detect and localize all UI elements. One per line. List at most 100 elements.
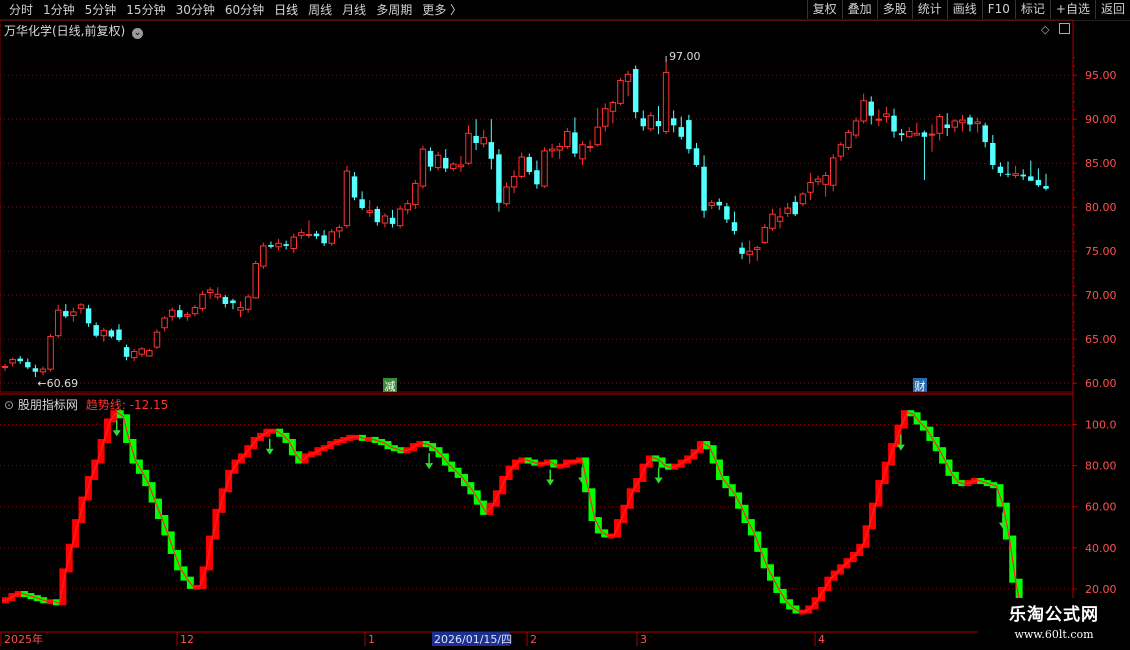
- date-label: 2025年: [4, 632, 43, 646]
- candle-body-up: [624, 73, 632, 82]
- candle-body-up: [237, 307, 244, 311]
- event-mark-1: 财: [915, 379, 926, 393]
- indicator-tick-label: 100.0: [1085, 419, 1117, 432]
- candle-body-down: [731, 222, 738, 231]
- candle-body-down: [1043, 186, 1049, 189]
- price-tick-label: 90.00: [1085, 113, 1117, 126]
- candle-body-down: [473, 135, 479, 143]
- candle-body-down: [496, 154, 502, 203]
- candle-body-up: [77, 304, 85, 309]
- sell-arrow-icon: [265, 448, 274, 455]
- candle-body-up: [845, 131, 852, 148]
- candle-body-down: [25, 362, 31, 368]
- candle-body-up: [959, 119, 966, 124]
- candle-body-down: [359, 199, 365, 209]
- indicator-name: 股朋指标网: [17, 398, 78, 412]
- price-tick-label: 65.00: [1085, 333, 1117, 346]
- watermark-brand: 乐淘公式网: [1009, 605, 1099, 625]
- candle-body-down: [891, 115, 897, 132]
- candle-body-down: [686, 120, 692, 150]
- candle-body-up: [252, 263, 259, 299]
- indicator-tick-label: 20.00: [1085, 583, 1117, 596]
- high-label: 97.00: [669, 50, 701, 63]
- candle-body-up: [1, 365, 9, 368]
- candle-body-down: [351, 176, 358, 198]
- candle-body-down: [990, 142, 996, 165]
- candle-body-up: [746, 250, 753, 256]
- candle-body-up: [412, 182, 419, 206]
- candle-body-down: [85, 308, 92, 324]
- indicator-series: [1, 410, 1023, 616]
- chart-grid: [0, 19, 1074, 633]
- candle-body-down: [944, 124, 950, 128]
- panel-controls: ◇: [1041, 23, 1070, 36]
- candle-body-up: [457, 164, 465, 168]
- candle-body-up: [541, 150, 548, 187]
- sell-arrow-icon: [425, 463, 434, 470]
- sell-arrow-icon: [546, 479, 555, 486]
- maximize-icon[interactable]: [1059, 23, 1070, 34]
- date-label: 4: [818, 633, 825, 646]
- candle-body-up: [852, 120, 860, 136]
- candle-body-down: [716, 201, 722, 206]
- candle-body-up: [837, 144, 845, 157]
- candle-body-up: [260, 245, 267, 267]
- event-mark-0: 减: [385, 380, 396, 393]
- candle-body-down: [222, 296, 229, 304]
- candle-body-up: [290, 236, 297, 250]
- candle-body-up: [275, 242, 282, 248]
- candle-body-up: [244, 296, 252, 310]
- candle-body-down: [230, 300, 236, 304]
- candle-body-down: [32, 368, 39, 372]
- candle-body-up: [450, 163, 457, 169]
- candle-body-down: [997, 166, 1004, 173]
- sell-arrow-icon: [896, 444, 905, 451]
- candle-body-up: [100, 329, 108, 337]
- diamond-icon[interactable]: ◇: [1041, 23, 1049, 36]
- candle-body-up: [602, 108, 609, 127]
- candle-body-down: [488, 142, 495, 159]
- date-label: 12: [180, 633, 194, 646]
- candle-body-up: [146, 350, 153, 357]
- candle-body-down: [389, 217, 396, 224]
- candle-body-up: [928, 133, 936, 136]
- candle-body-up: [754, 247, 761, 250]
- candle-body-up: [47, 336, 54, 370]
- date-label: 1: [368, 633, 375, 646]
- price-tick-label: 70.00: [1085, 289, 1117, 302]
- candle-body-up: [822, 175, 829, 185]
- candle-body-down: [268, 245, 274, 247]
- indicator-tick-label: 40.00: [1085, 542, 1117, 555]
- candle-body-down: [1028, 176, 1034, 181]
- candle-body-down: [526, 157, 533, 172]
- chevron-down-icon[interactable]: ⌄: [132, 28, 144, 39]
- candle-body-down: [177, 310, 183, 318]
- date-label: 2: [530, 633, 537, 646]
- site-watermark: 乐淘公式网 www.60lt.com: [978, 598, 1130, 650]
- candle-body-up: [556, 145, 563, 151]
- stock-chart[interactable]: 97.00 ←60.69 减 财 95.00 90.00 85.00 80.00 75.00 7…: [0, 0, 1130, 650]
- candle-body-down: [442, 157, 449, 169]
- candle-body-up: [465, 132, 472, 164]
- candle-body-up: [913, 132, 921, 136]
- price-tick-label: 95.00: [1085, 69, 1117, 82]
- candle-body-down: [374, 208, 381, 223]
- price-tick-label: 80.00: [1085, 201, 1117, 214]
- candle-body-up: [586, 145, 594, 148]
- candle-body-down: [572, 132, 578, 154]
- price-tick-label: 75.00: [1085, 245, 1117, 258]
- candle-body-down: [967, 117, 973, 125]
- candle-body-up: [54, 309, 62, 337]
- candle-body-down: [921, 132, 928, 137]
- candle-body-up: [396, 208, 404, 227]
- indicator-icon[interactable]: ⊙: [4, 398, 14, 412]
- candle-body-up: [769, 213, 776, 229]
- candle-body-up: [594, 126, 601, 146]
- candle-body-down: [283, 244, 289, 246]
- candle-body-up: [214, 293, 221, 298]
- stock-title: 万华化学(日线,前复权): [4, 24, 126, 38]
- price-tick-label: 85.00: [1085, 157, 1117, 170]
- indicator-label: 趋势线:: [85, 398, 126, 412]
- candle-body-down: [739, 247, 745, 254]
- low-label: ←60.69: [37, 377, 78, 390]
